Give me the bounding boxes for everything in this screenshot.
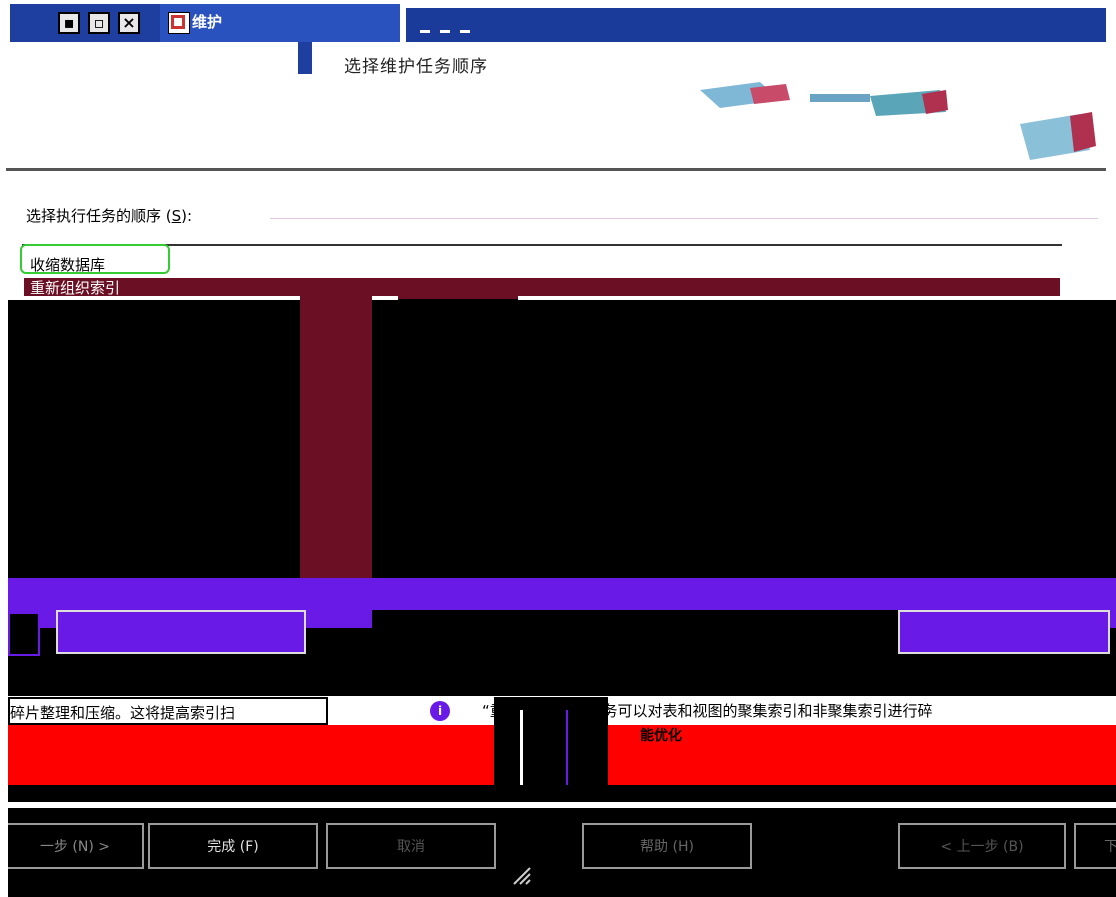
label-accelerator: S: [171, 207, 182, 225]
page-title: 选择维护任务顺序: [344, 57, 488, 77]
list-item-label: 收缩数据库: [30, 256, 106, 274]
glitch-region: [8, 725, 494, 785]
footer-separator: [0, 802, 1116, 808]
label-separator: [270, 218, 1098, 219]
next-button[interactable]: 一步 (N) >: [8, 823, 144, 869]
title-decoration: [440, 30, 450, 33]
glitch-region: [398, 296, 518, 313]
next-button-right[interactable]: 下: [1074, 823, 1116, 869]
list-item[interactable]: 收缩数据库: [20, 244, 170, 274]
glitch-region: 能优化: [608, 725, 1116, 785]
title-decoration: [460, 30, 470, 33]
glitch-region: [300, 296, 372, 612]
list-item-selected[interactable]: 重新组织索引: [24, 278, 1060, 297]
description-continuation: 能优化: [640, 728, 682, 744]
window-title: 维护: [192, 13, 223, 31]
description-left: 碎片整理和压缩。这将提高索引扫: [8, 697, 328, 725]
task-list-border: [22, 244, 1062, 246]
finish-button[interactable]: 完成 (F): [148, 823, 318, 869]
title-bar-segment: [406, 8, 1106, 42]
cancel-button[interactable]: 取消: [326, 823, 496, 869]
task-order-label: 选择执行任务的顺序 (S):: [26, 205, 192, 226]
header-accent: [298, 42, 312, 74]
label-text: 选择执行任务的顺序 (: [26, 207, 172, 225]
move-down-button[interactable]: [898, 610, 1110, 654]
glitch-region: [370, 578, 1116, 610]
info-icon: i: [430, 701, 450, 721]
wizard-banner-graphic: [700, 82, 1096, 160]
header-separator: [6, 168, 1106, 171]
title-bar[interactable]: ▪ ▫ × 维护: [0, 0, 1116, 42]
glitch-region: [8, 612, 40, 656]
glitch-region: [372, 610, 900, 632]
resize-grip-icon[interactable]: [508, 862, 532, 886]
description-text: 碎片整理和压缩。这将提高索引扫: [10, 704, 236, 722]
minimize-icon[interactable]: ▪: [58, 12, 80, 34]
close-icon[interactable]: ×: [118, 12, 140, 34]
list-item-label: 重新组织索引: [30, 279, 121, 297]
maximize-icon[interactable]: ▫: [88, 12, 110, 34]
help-button[interactable]: 帮助 (H): [582, 823, 752, 869]
back-button[interactable]: < 上一步 (B): [898, 823, 1066, 869]
label-text-end: ):: [181, 207, 193, 225]
glitch-region: [8, 656, 1116, 696]
title-decoration: [420, 30, 430, 33]
app-icon: [168, 12, 190, 34]
move-up-button[interactable]: [56, 610, 306, 654]
